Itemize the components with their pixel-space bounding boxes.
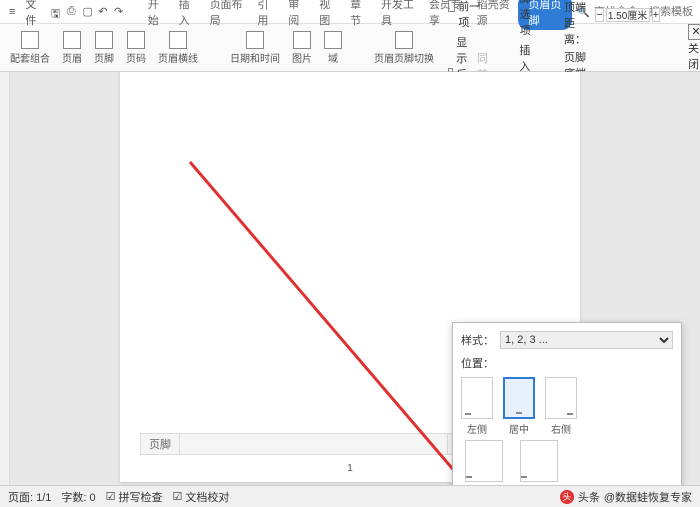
left-panel — [0, 72, 10, 485]
status-words[interactable]: 字数: 0 — [61, 489, 95, 505]
undo-icon[interactable]: ↶ — [98, 5, 110, 19]
pos-duplex2[interactable]: 双面打印2 — [517, 440, 563, 485]
pos-left[interactable]: 左侧 — [461, 377, 493, 436]
tab-view[interactable]: 视图 — [313, 0, 342, 30]
tab-reference[interactable]: 引用 — [251, 0, 280, 30]
tab-review[interactable]: 审阅 — [282, 0, 311, 30]
rb-header[interactable]: 页眉 — [58, 29, 86, 67]
spin-plus[interactable]: + — [652, 8, 660, 22]
status-proof[interactable]: ☑ 文档校对 — [173, 489, 230, 505]
rb-show-prev[interactable]: 显示前一项 — [448, 0, 488, 31]
header-top-dist: 页眉顶端距离： − + — [562, 0, 660, 47]
tab-start[interactable]: 开始 — [142, 0, 171, 30]
status-spell[interactable]: ☑ 拼写检查 — [106, 489, 163, 505]
tab-section[interactable]: 章节 — [344, 0, 373, 30]
page-number-field[interactable]: 1 — [347, 463, 353, 474]
pos-duplex1[interactable]: 双面打印1 — [461, 440, 507, 485]
top-dist-input[interactable] — [606, 8, 650, 22]
watermark-brand: 头条 — [578, 489, 600, 505]
rb-pagenum[interactable]: 页码 — [122, 29, 150, 67]
footer-region-label: 页脚 — [141, 434, 180, 454]
rb-switch[interactable]: 页眉页脚切换 — [370, 29, 438, 67]
watermark-user: @数据蛙恢复专家 — [604, 489, 692, 505]
pos-right[interactable]: 右侧 — [545, 377, 577, 436]
pagenum-settings-popup: 样式： 1, 2, 3 ... 位置： 左侧 居中 右侧 双面打印1 双面打印2… — [452, 322, 682, 485]
style-select[interactable]: 1, 2, 3 ... — [500, 331, 673, 349]
redo-icon[interactable]: ↷ — [114, 5, 126, 19]
pos-center[interactable]: 居中 — [503, 377, 535, 436]
save-icon[interactable]: 🖫 — [51, 5, 63, 19]
tab-dev[interactable]: 开发工具 — [375, 0, 421, 30]
tab-insert[interactable]: 插入 — [173, 0, 202, 30]
close-icon: ✕ — [688, 24, 700, 40]
rb-hf-options[interactable]: 页眉页脚选项 — [512, 0, 538, 39]
preview-icon[interactable]: ▢ — [82, 5, 94, 19]
menu-tabs: 开始 插入 页面布局 引用 审阅 视图 章节 开发工具 会员专享 稻壳资源 页眉… — [142, 0, 573, 30]
ribbon: 配套组合 页眉 页脚 页码 页眉横线 日期和时间 图片 域 页眉页脚切换 显示前… — [0, 24, 700, 72]
rb-hline[interactable]: 页眉横线 — [154, 29, 202, 67]
tab-layout[interactable]: 页面布局 — [204, 0, 250, 30]
print-icon[interactable]: ⎙ — [67, 5, 79, 19]
rb-field[interactable]: 域 — [320, 29, 346, 67]
hamburger-icon[interactable]: ≡ — [6, 5, 18, 19]
rb-image[interactable]: 图片 — [288, 29, 316, 67]
document-area: 1 样式： 1, 2, 3 ... 位置： 左侧 居中 右侧 双面打印1 双面打… — [10, 72, 700, 485]
rb-footer[interactable]: 页脚 — [90, 29, 118, 67]
toutiao-logo-icon: 头 — [560, 490, 574, 504]
position-label: 位置： — [461, 355, 494, 371]
rb-combo[interactable]: 配套组合 — [6, 29, 54, 67]
watermark: 头 头条 @数据蛙恢复专家 — [560, 489, 692, 505]
status-bar: 页面: 1/1 字数: 0 ☑ 拼写检查 ☑ 文档校对 头 头条 @数据蛙恢复专… — [0, 485, 700, 507]
style-label: 样式： — [461, 332, 494, 348]
spin-minus[interactable]: − — [595, 8, 603, 22]
status-page[interactable]: 页面: 1/1 — [8, 489, 51, 505]
close-hf[interactable]: ✕ 关闭 — [688, 24, 700, 72]
rb-datetime[interactable]: 日期和时间 — [226, 29, 284, 67]
file-menu[interactable]: 文件 — [22, 0, 47, 29]
